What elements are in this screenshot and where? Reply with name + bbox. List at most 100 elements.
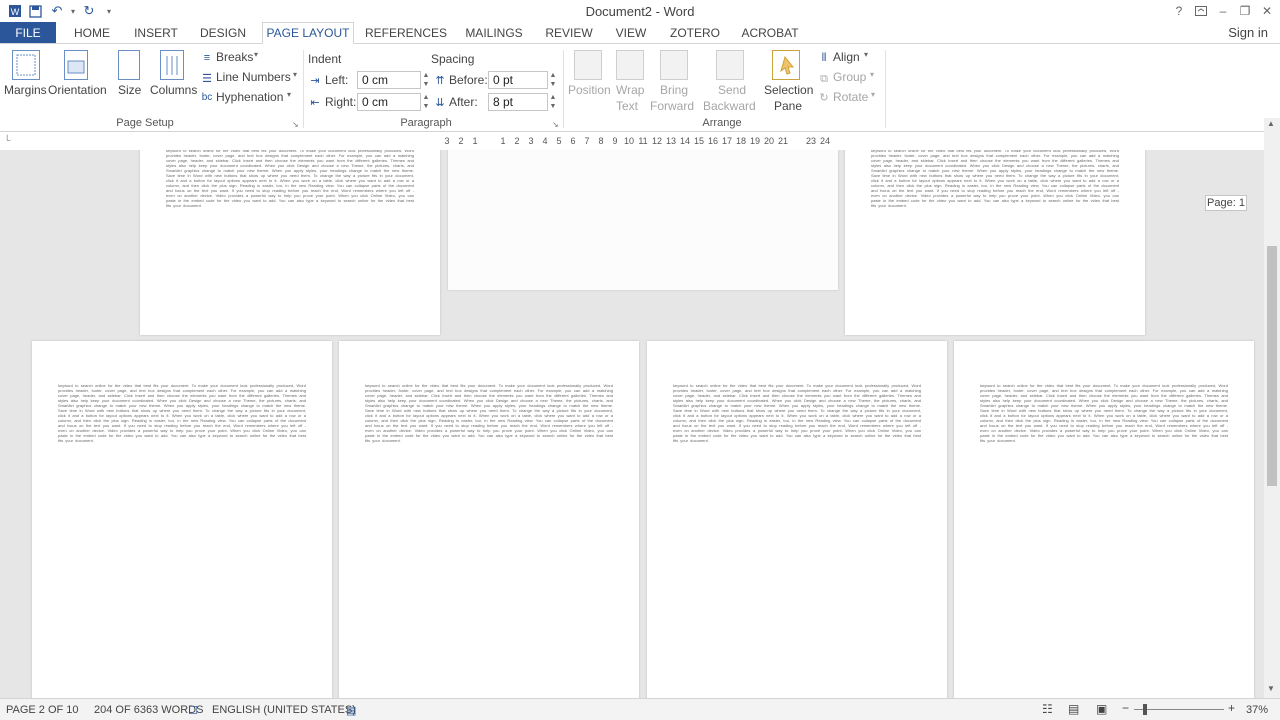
hyphenation-button[interactable]: Hyphenation	[216, 90, 283, 104]
align-button[interactable]: Align	[833, 50, 860, 64]
orientation-button[interactable]: Orientation	[48, 83, 107, 97]
hyphenation-dropdown-icon[interactable]: ▾	[287, 90, 291, 99]
tab-acrobat[interactable]: ACROBAT	[736, 22, 804, 44]
spacing-before-icon: ⇈	[435, 75, 445, 87]
wrap-text-button-line1[interactable]: Wrap	[616, 83, 644, 97]
position-icon[interactable]	[574, 50, 602, 80]
send-backward-icon[interactable]	[716, 50, 744, 80]
rotate-dropdown-icon[interactable]: ▾	[871, 90, 875, 99]
size-icon[interactable]	[118, 50, 140, 80]
tab-review[interactable]: REVIEW	[540, 22, 598, 44]
indent-left-spinner[interactable]: ▲ ▼	[421, 71, 431, 89]
spacing-after-input[interactable]: 8 pt	[488, 93, 548, 111]
zoom-out-icon[interactable]: −	[1122, 701, 1129, 715]
send-backward-button-line2[interactable]: Backward	[703, 99, 756, 113]
breaks-dropdown-icon[interactable]: ▾	[254, 50, 258, 59]
document-page[interactable]: keyword to search online for the video t…	[954, 341, 1254, 698]
indent-left-input[interactable]: 0 cm	[357, 71, 421, 89]
line-numbers-button[interactable]: Line Numbers	[216, 70, 291, 84]
document-page[interactable]: keyword to search online for the video t…	[339, 341, 639, 698]
spacing-before-input[interactable]: 0 pt	[488, 71, 548, 89]
tab-design[interactable]: DESIGN	[194, 22, 252, 44]
document-page[interactable]: keyword to search online for the video t…	[845, 150, 1145, 335]
group-dropdown-icon[interactable]: ▾	[870, 70, 874, 79]
send-backward-button-line1[interactable]: Send	[718, 83, 746, 97]
selection-pane-button-line1[interactable]: Selection	[764, 83, 813, 97]
tab-insert[interactable]: INSERT	[128, 22, 184, 44]
help-button[interactable]: ?	[1168, 2, 1190, 20]
restore-icon[interactable]: ❐	[1234, 2, 1256, 20]
bring-forward-icon[interactable]	[660, 50, 688, 80]
tab-view[interactable]: VIEW	[608, 22, 654, 44]
minimize-icon[interactable]: –	[1212, 2, 1234, 20]
scroll-up-icon[interactable]: ▲	[1267, 119, 1275, 128]
indent-right-spinner[interactable]: ▲ ▼	[421, 93, 431, 111]
ribbon-display-options-icon[interactable]	[1190, 2, 1212, 20]
page-count-status[interactable]: PAGE 2 OF 10	[6, 704, 79, 716]
close-icon[interactable]: ✕	[1256, 2, 1278, 20]
tab-page-layout[interactable]: PAGE LAYOUT	[262, 22, 354, 44]
spacing-after-spinner[interactable]: ▲ ▼	[548, 93, 558, 111]
size-button[interactable]: Size	[118, 83, 141, 97]
margins-icon[interactable]	[12, 50, 40, 80]
margins-button[interactable]: Margins	[4, 83, 47, 97]
document-area[interactable]: keyword to search online for the video t…	[0, 150, 1264, 698]
tab-zotero[interactable]: ZOTERO	[664, 22, 726, 44]
scrollbar-thumb[interactable]	[1267, 246, 1277, 486]
zoom-in-icon[interactable]: +	[1228, 701, 1235, 715]
tab-selector-icon[interactable]: └	[4, 135, 16, 147]
zoom-slider[interactable]	[1134, 709, 1224, 710]
orientation-icon[interactable]	[64, 50, 88, 80]
indent-right-icon: ⇤	[310, 97, 320, 109]
rotate-button[interactable]: Rotate	[833, 90, 868, 104]
ruler-number: 18	[735, 136, 746, 146]
group-button[interactable]: Group	[833, 70, 866, 84]
selection-pane-icon[interactable]	[772, 50, 800, 80]
macro-record-icon[interactable]: ▤	[346, 704, 356, 717]
ruler-number: 7	[584, 136, 590, 146]
indent-right-input[interactable]: 0 cm	[357, 93, 421, 111]
columns-icon[interactable]	[160, 50, 184, 80]
line-numbers-dropdown-icon[interactable]: ▾	[293, 70, 297, 79]
page-setup-launcher-icon[interactable]: ↘	[292, 120, 302, 130]
bring-forward-button-line2[interactable]: Forward	[650, 99, 694, 113]
bring-forward-button-line1[interactable]: Bring	[660, 83, 688, 97]
tab-mailings[interactable]: MAILINGS	[458, 22, 530, 44]
language-status[interactable]: ENGLISH (UNITED STATES)	[212, 704, 356, 716]
indent-left-icon: ⇥	[310, 75, 320, 87]
document-page[interactable]	[448, 150, 838, 290]
breaks-button[interactable]: Breaks	[216, 50, 253, 64]
sign-in-link[interactable]: Sign in	[1228, 25, 1268, 40]
vertical-scrollbar[interactable]: ▲ ▼	[1264, 118, 1280, 698]
web-layout-icon[interactable]: ▣	[1096, 702, 1107, 716]
wrap-text-button-line2[interactable]: Text	[616, 99, 638, 113]
tab-file[interactable]: FILE	[0, 22, 56, 44]
document-page[interactable]: keyword to search online for the video t…	[647, 341, 947, 698]
align-dropdown-icon[interactable]: ▾	[864, 50, 868, 59]
scroll-down-icon[interactable]: ▼	[1267, 684, 1275, 693]
ruler-number: 1	[500, 136, 506, 146]
read-mode-icon[interactable]: ☷	[1042, 702, 1053, 716]
horizontal-ruler[interactable]: └ 3 2 1 1 2 3 4 5 6 7 8 9 10 11 12 13 14…	[0, 132, 1264, 150]
page-text: keyword to search online for the video t…	[365, 383, 613, 443]
columns-button[interactable]: Columns	[150, 83, 197, 97]
tab-references[interactable]: REFERENCES	[364, 22, 448, 44]
position-button[interactable]: Position	[568, 83, 611, 97]
ruler-number: 9	[612, 136, 618, 146]
spacing-before-spinner[interactable]: ▲ ▼	[548, 71, 558, 89]
document-page[interactable]: keyword to search online for the video t…	[140, 150, 440, 335]
ruler-number: 10	[623, 136, 634, 146]
ruler-number: 2	[514, 136, 520, 146]
zoom-level[interactable]: 37%	[1246, 704, 1268, 716]
paragraph-launcher-icon[interactable]: ↘	[552, 120, 562, 130]
ruler-number: 13	[665, 136, 676, 146]
zoom-slider-thumb[interactable]	[1143, 704, 1147, 715]
document-page[interactable]: keyword to search online for the video t…	[32, 341, 332, 698]
ruler-number: 20	[763, 136, 774, 146]
align-icon: ⫴	[821, 52, 827, 64]
wrap-text-icon[interactable]	[616, 50, 644, 80]
print-layout-icon[interactable]: ▤	[1068, 702, 1079, 716]
proofing-icon[interactable]: ☐	[188, 704, 198, 717]
selection-pane-button-line2[interactable]: Pane	[774, 99, 802, 113]
tab-home[interactable]: HOME	[66, 22, 118, 44]
